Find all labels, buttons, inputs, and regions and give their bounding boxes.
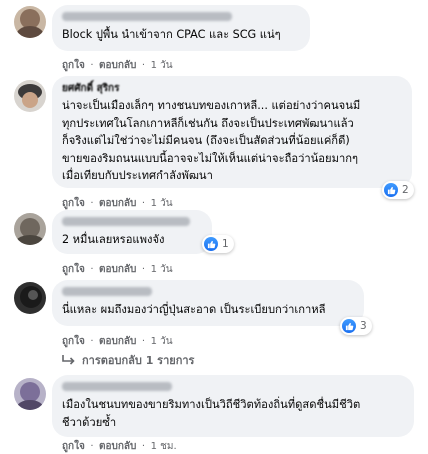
comment-text: 2 หมื่นเลยหรอแพงจัง [62,233,165,246]
reaction-number: 2 [402,184,409,196]
like-link[interactable]: ถูกใจ [62,336,85,347]
separator: · [90,264,94,275]
reply-link[interactable]: ตอบกลับ [99,198,136,209]
like-link[interactable]: ถูกใจ [62,264,85,275]
avatar[interactable] [14,378,46,410]
separator: · [141,60,146,71]
separator: · [141,198,146,209]
avatar[interactable] [14,213,46,245]
reaction-count[interactable]: 3 [340,317,372,335]
reply-arrow-icon [62,355,75,365]
like-link[interactable]: ถูกใจ [62,441,85,452]
comment-bubble: นี่แหละ ผมถึงมองว่าญี่ปุ่นสะอาด เป็นระเบ… [52,280,364,326]
comment-actions: ถูกใจ · ตอบกลับ · 1 วัน [62,196,173,211]
comment-text: นี่แหละ ผมถึงมองว่าญี่ปุ่นสะอาด เป็นระเบ… [62,303,326,316]
comment-actions: ถูกใจ · ตอบกลับ · 1 วัน [62,334,173,349]
separator: · [141,264,146,275]
comment-text: เมืองในชนบทของขายริมทางเป็นวิถีชีวิตท้อง… [62,398,361,429]
thumbs-up-icon [342,319,356,333]
view-replies-label[interactable]: การตอบกลับ 1 รายการ [82,351,194,369]
comment-actions: ถูกใจ · ตอบกลับ · 1 วัน [62,262,173,277]
comment-bubble: Block ปูพื้น นำเข้าจาก CPAC และ SCG แน่ๆ [52,5,310,51]
thumbs-up-icon [204,237,218,251]
separator: · [141,441,146,452]
separator: · [90,198,94,209]
separator: · [90,441,94,452]
comment-actions: ถูกใจ · ตอบกลับ · 1 วัน [62,58,173,73]
separator: · [90,336,94,347]
separator: · [90,60,94,71]
comment-bubble: ยศศักดิ์ สุริกร น่าจะเป็นเมืองเล็กๆ ทางช… [52,76,412,188]
avatar[interactable] [14,6,46,38]
reply-link[interactable]: ตอบกลับ [99,264,136,275]
commenter-name[interactable] [62,287,354,298]
commenter-name[interactable] [62,382,404,393]
reaction-number: 1 [222,238,229,250]
reply-link[interactable]: ตอบกลับ [99,441,136,452]
comment-actions: ถูกใจ · ตอบกลับ · 1 ชม. [62,439,177,454]
comment-text: น่าจะเป็นเมืองเล็กๆ ทางชนบทของเกาหลี... … [62,99,361,182]
comment-time[interactable]: 1 วัน [151,336,173,347]
comment-bubble: เมืองในชนบทของขายริมทางเป็นวิถีชีวิตท้อง… [52,375,414,437]
thumbs-up-icon [384,183,398,197]
like-link[interactable]: ถูกใจ [62,60,85,71]
reply-link[interactable]: ตอบกลับ [99,336,136,347]
comment-text: Block ปูพื้น นำเข้าจาก CPAC และ SCG แน่ๆ [62,28,281,41]
reaction-count[interactable]: 1 [202,235,234,253]
reaction-number: 3 [360,320,367,332]
comment-time[interactable]: 1 ชม. [151,441,177,452]
commenter-name[interactable]: ยศศักดิ์ สุริกร [62,83,402,94]
view-replies-link[interactable]: การตอบกลับ 1 รายการ [62,351,194,369]
commenter-name[interactable] [62,217,202,228]
comment-time[interactable]: 1 วัน [151,198,173,209]
comment-bubble: 2 หมื่นเลยหรอแพงจัง [52,210,212,254]
reaction-count[interactable]: 2 [382,181,414,199]
comment-time[interactable]: 1 วัน [151,264,173,275]
separator: · [141,336,146,347]
avatar[interactable] [14,80,46,112]
avatar[interactable] [14,282,46,314]
like-link[interactable]: ถูกใจ [62,198,85,209]
commenter-name[interactable] [62,12,300,23]
reply-link[interactable]: ตอบกลับ [99,60,136,71]
comment-time[interactable]: 1 วัน [151,60,173,71]
